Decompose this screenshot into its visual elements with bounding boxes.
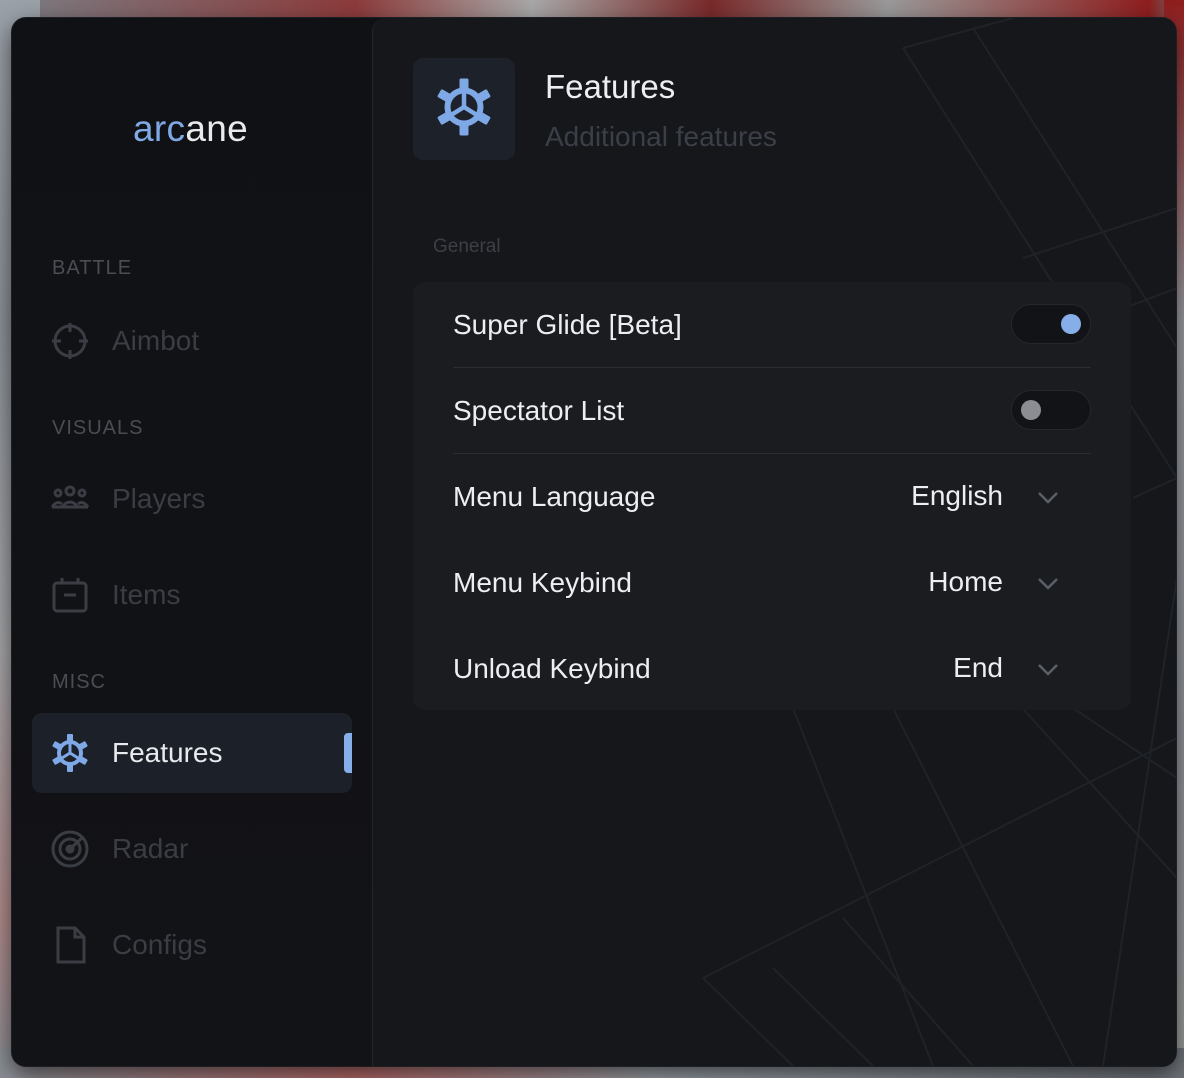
crosshair-icon bbox=[50, 321, 90, 361]
page-subtitle: Additional features bbox=[545, 121, 777, 152]
toggle-knob bbox=[1021, 400, 1041, 420]
section-label-visuals: VISUALS bbox=[52, 417, 144, 439]
setting-label: Super Glide [Beta] bbox=[453, 309, 682, 340]
sidebar-item-configs[interactable]: Configs bbox=[32, 905, 352, 985]
menu-language-select[interactable]: English bbox=[911, 480, 1003, 512]
chevron-down-icon[interactable] bbox=[1035, 656, 1061, 682]
sidebar-item-radar[interactable]: Radar bbox=[32, 809, 352, 889]
sidebar-item-label: Items bbox=[112, 579, 181, 610]
sidebar-item-label: Configs bbox=[112, 929, 207, 960]
header-gear-icon-box bbox=[413, 58, 515, 160]
setting-label: Spectator List bbox=[453, 395, 625, 426]
spectator-list-toggle[interactable] bbox=[1011, 390, 1091, 430]
chevron-down-icon[interactable] bbox=[1035, 570, 1061, 596]
radar-icon bbox=[50, 829, 90, 869]
sidebar-item-items[interactable]: Items bbox=[32, 555, 352, 635]
file-icon bbox=[50, 925, 90, 965]
active-indicator bbox=[344, 733, 352, 773]
menu-window: arcane BATTLE Aimbot VISUALS Players Ite… bbox=[12, 18, 1176, 1066]
page-title: Features bbox=[545, 68, 676, 105]
players-icon bbox=[50, 479, 90, 519]
gear-icon bbox=[50, 733, 90, 773]
sidebar-item-features[interactable]: Features bbox=[32, 713, 352, 793]
toggle-knob bbox=[1061, 314, 1081, 334]
sidebar-item-label: Radar bbox=[112, 833, 189, 864]
setting-row-menu-language[interactable]: Menu Language English bbox=[453, 454, 1091, 540]
sidebar-item-label: Aimbot bbox=[112, 325, 200, 356]
sidebar: arcane BATTLE Aimbot VISUALS Players Ite… bbox=[12, 18, 372, 1066]
settings-card: Super Glide [Beta] Spectator List Menu L… bbox=[413, 282, 1131, 710]
menu-keybind-select[interactable]: Home bbox=[928, 566, 1003, 598]
setting-row-menu-keybind[interactable]: Menu Keybind Home bbox=[453, 540, 1091, 626]
group-label-general: General bbox=[433, 236, 501, 257]
app-logo: arcane bbox=[133, 108, 248, 149]
setting-label: Unload Keybind bbox=[453, 653, 651, 684]
content-panel: Features Additional features General Sup… bbox=[372, 18, 1176, 1066]
chevron-down-icon[interactable] bbox=[1035, 484, 1061, 510]
setting-label: Menu Keybind bbox=[453, 567, 633, 598]
setting-row-spectator-list: Spectator List bbox=[453, 368, 1091, 454]
sidebar-item-aimbot[interactable]: Aimbot bbox=[32, 301, 352, 381]
section-label-misc: MISC bbox=[52, 671, 106, 693]
super-glide-toggle[interactable] bbox=[1011, 304, 1091, 344]
section-label-battle: BATTLE bbox=[52, 257, 133, 279]
setting-row-unload-keybind[interactable]: Unload Keybind End bbox=[453, 626, 1091, 712]
gear-icon bbox=[434, 77, 494, 142]
setting-row-super-glide: Super Glide [Beta] bbox=[453, 282, 1091, 368]
setting-label: Menu Language bbox=[453, 481, 656, 512]
box-icon bbox=[50, 575, 90, 615]
sidebar-item-label: Players bbox=[112, 483, 206, 514]
unload-keybind-select[interactable]: End bbox=[953, 652, 1003, 684]
sidebar-item-label: Features bbox=[112, 737, 223, 768]
sidebar-item-players[interactable]: Players bbox=[32, 459, 352, 539]
